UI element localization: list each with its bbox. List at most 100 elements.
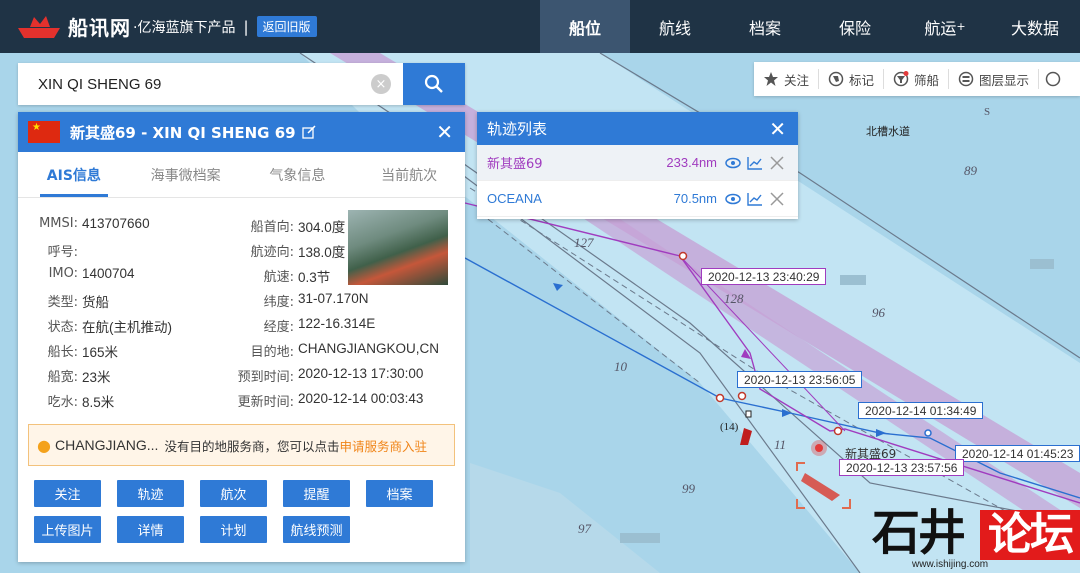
tag-icon [828,71,844,87]
edit-icon[interactable] [301,125,316,139]
remove-icon[interactable] [769,155,785,171]
clear-icon[interactable]: × [371,74,391,94]
watermark-black-text: 石井 [872,505,966,561]
info-value: 23米 [82,370,111,385]
info-value: 2020-12-14 00:03:43 [298,391,424,406]
depth-sounding: 10 [614,359,627,374]
track-distance: 233.4nm [666,155,717,170]
track-time-label: 2020-12-13 23:40:29 [701,268,827,285]
reminder-button[interactable]: 提醒 [283,480,350,507]
info-label: 吃水: [47,395,78,410]
tab-weather-info[interactable]: 气象信息 [242,152,354,197]
upload-photo-button[interactable]: 上传图片 [34,516,101,543]
close-icon[interactable]: ✕ [436,122,453,142]
route-prediction-button[interactable]: 航线预测 [283,516,350,543]
info-row-updated: 更新时间: 2020-12-14 00:03:43 [224,391,424,411]
info-value: 122-16.314E [298,316,376,331]
forum-watermark-logo: 石井 论坛 www.ishijing.com [872,505,1080,573]
eye-icon[interactable] [725,157,741,169]
info-row-latitude: 纬度: 31-07.170N [224,291,369,311]
logo[interactable]: 船讯网 ·亿海蓝旗下产品 | 返回旧版 [0,0,317,53]
nav-ship-position[interactable]: 船位 [540,0,630,53]
info-value: 304.0度 [298,220,346,235]
info-value: 165米 [82,345,119,360]
depth-sounding: 97 [578,521,591,536]
nav-shipping[interactable]: 航运 + [900,0,990,53]
info-value: 在航(主机推动) [82,320,172,335]
track-button[interactable]: 轨迹 [117,480,184,507]
search-input[interactable] [18,63,371,105]
ship-panel-header: ★ 新其盛69 - XIN QI SHENG 69 ✕ [18,112,465,152]
info-label: 航速: [263,270,294,285]
filter-icon [893,71,909,87]
info-row-draft: 吃水: 8.5米 [32,391,115,411]
track-time-label: 2020-12-14 01:34:49 [858,402,984,419]
watermark-red-text: 论坛 [980,510,1080,560]
depth-sounding: 11 [774,437,787,452]
info-label: 更新时间: [237,395,294,410]
ship-photo[interactable] [348,210,448,285]
plan-button[interactable]: 计划 [200,516,267,543]
ship-name-label[interactable]: 新其盛69 [845,446,896,463]
eye-icon[interactable] [725,193,741,205]
nav-insurance[interactable]: 保险 [810,0,900,53]
track-list-title: 轨迹列表 [487,120,548,138]
tab-maritime-archive[interactable]: 海事微档案 [130,152,242,197]
boat-logo-icon [18,15,60,38]
toolbar-follow-label: 关注 [784,72,810,88]
info-row-course: 航迹向: 138.0度 [224,241,346,261]
toolbar-filter[interactable]: 筛船 [884,69,950,89]
track-row-actions [725,191,785,207]
lightbulb-icon: ● [37,435,51,455]
info-row-longitude: 经度: 122-16.314E [224,316,376,336]
tab-current-voyage[interactable]: 当前航次 [353,152,465,197]
toolbar-more[interactable] [1039,69,1072,89]
line-chart-icon[interactable] [747,192,763,206]
ship-title: 新其盛69 - XIN QI SHENG 69 [70,123,296,142]
logo-text: 船讯网 [68,16,131,40]
tab-ais-info[interactable]: AIS信息 [18,152,130,197]
nav-archive[interactable]: 档案 [720,0,810,53]
search-button[interactable] [403,63,465,105]
search-icon [424,74,443,93]
nav-routes[interactable]: 航线 [630,0,720,53]
info-value: 2020-12-13 17:30:00 [298,366,424,381]
depth-sounding: 128 [724,291,744,306]
star-icon [764,72,778,86]
nav-big-data[interactable]: 大数据 [990,0,1080,53]
close-icon[interactable]: ✕ [769,119,786,139]
toolbar-layers[interactable]: 图层显示 [949,69,1040,89]
info-value: 8.5米 [82,395,115,410]
info-row-destination: 目的地: CHANGJIANGKOU,CN [224,341,439,361]
track-row[interactable]: OCEANA 70.5nm [477,181,798,217]
line-chart-icon[interactable] [747,156,763,170]
apply-service-provider-link[interactable]: 申请服务商入驻 [339,436,427,455]
toolbar-layers-label: 图层显示 [979,72,1030,88]
info-value [78,241,82,261]
archive-button[interactable]: 档案 [366,480,433,507]
info-label: MMSI: [39,216,78,231]
logo-separator: | [243,17,249,36]
info-label: 船宽: [47,370,78,385]
details-button[interactable]: 详情 [117,516,184,543]
depth-sounding: 89 [964,163,977,178]
info-row-callsign: 呼号: [32,241,82,261]
depth-sounding: S [984,106,991,118]
back-to-old-version-button[interactable]: 返回旧版 [256,16,317,37]
notice-destination: CHANGJIANG... [54,437,159,453]
remove-icon[interactable] [769,191,785,207]
toolbar-mark[interactable]: 标记 [819,69,885,89]
track-ship-name: OCEANA [487,191,542,206]
follow-button[interactable]: 关注 [34,480,101,507]
toolbar-follow[interactable]: 关注 [754,69,820,89]
info-row-beam: 船宽: 23米 [32,366,111,386]
info-label: 船首向: [250,220,294,235]
voyage-button[interactable]: 航次 [200,480,267,507]
info-value: 货船 [82,295,109,310]
depth-sounding: 127 [574,235,594,250]
depth-sounding: (14) [720,421,739,433]
info-label: 预到时间: [237,370,294,385]
toolbar-mark-label: 标记 [849,72,875,88]
main-nav: 船位 航线 档案 保险 航运 + 大数据 [540,0,1080,53]
track-row[interactable]: 新其盛69 233.4nm [477,145,798,181]
